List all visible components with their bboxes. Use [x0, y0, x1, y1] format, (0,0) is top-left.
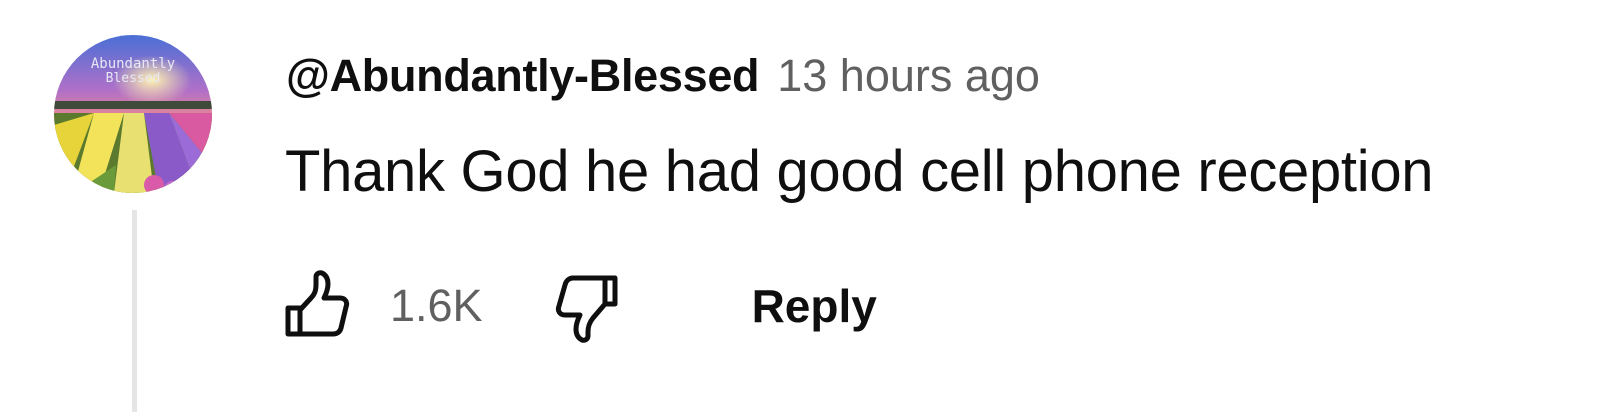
comment-text: Thank God he had good cell phone recepti… — [285, 139, 1434, 204]
comment-timestamp[interactable]: 13 hours ago — [777, 50, 1040, 102]
avatar[interactable]: Abundantly Blessed — [54, 35, 212, 193]
like-button[interactable] — [280, 268, 356, 344]
avatar-text-line-1: Abundantly — [91, 56, 175, 72]
thumbs-down-icon — [555, 275, 618, 343]
avatar-text-line-2: Blessed — [106, 71, 161, 86]
dislike-button[interactable] — [555, 268, 627, 344]
avatar-image: Abundantly Blessed — [54, 35, 212, 193]
reply-button[interactable]: Reply — [752, 279, 877, 333]
comment-actions: 1.6K Reply — [280, 268, 877, 344]
thumbs-up-icon — [285, 270, 350, 337]
thread-line — [132, 210, 137, 412]
comment-author[interactable]: @Abundantly-Blessed — [286, 50, 760, 102]
comment-header: @Abundantly-Blessed 13 hours ago — [286, 48, 1040, 104]
like-count: 1.6K — [390, 280, 483, 331]
